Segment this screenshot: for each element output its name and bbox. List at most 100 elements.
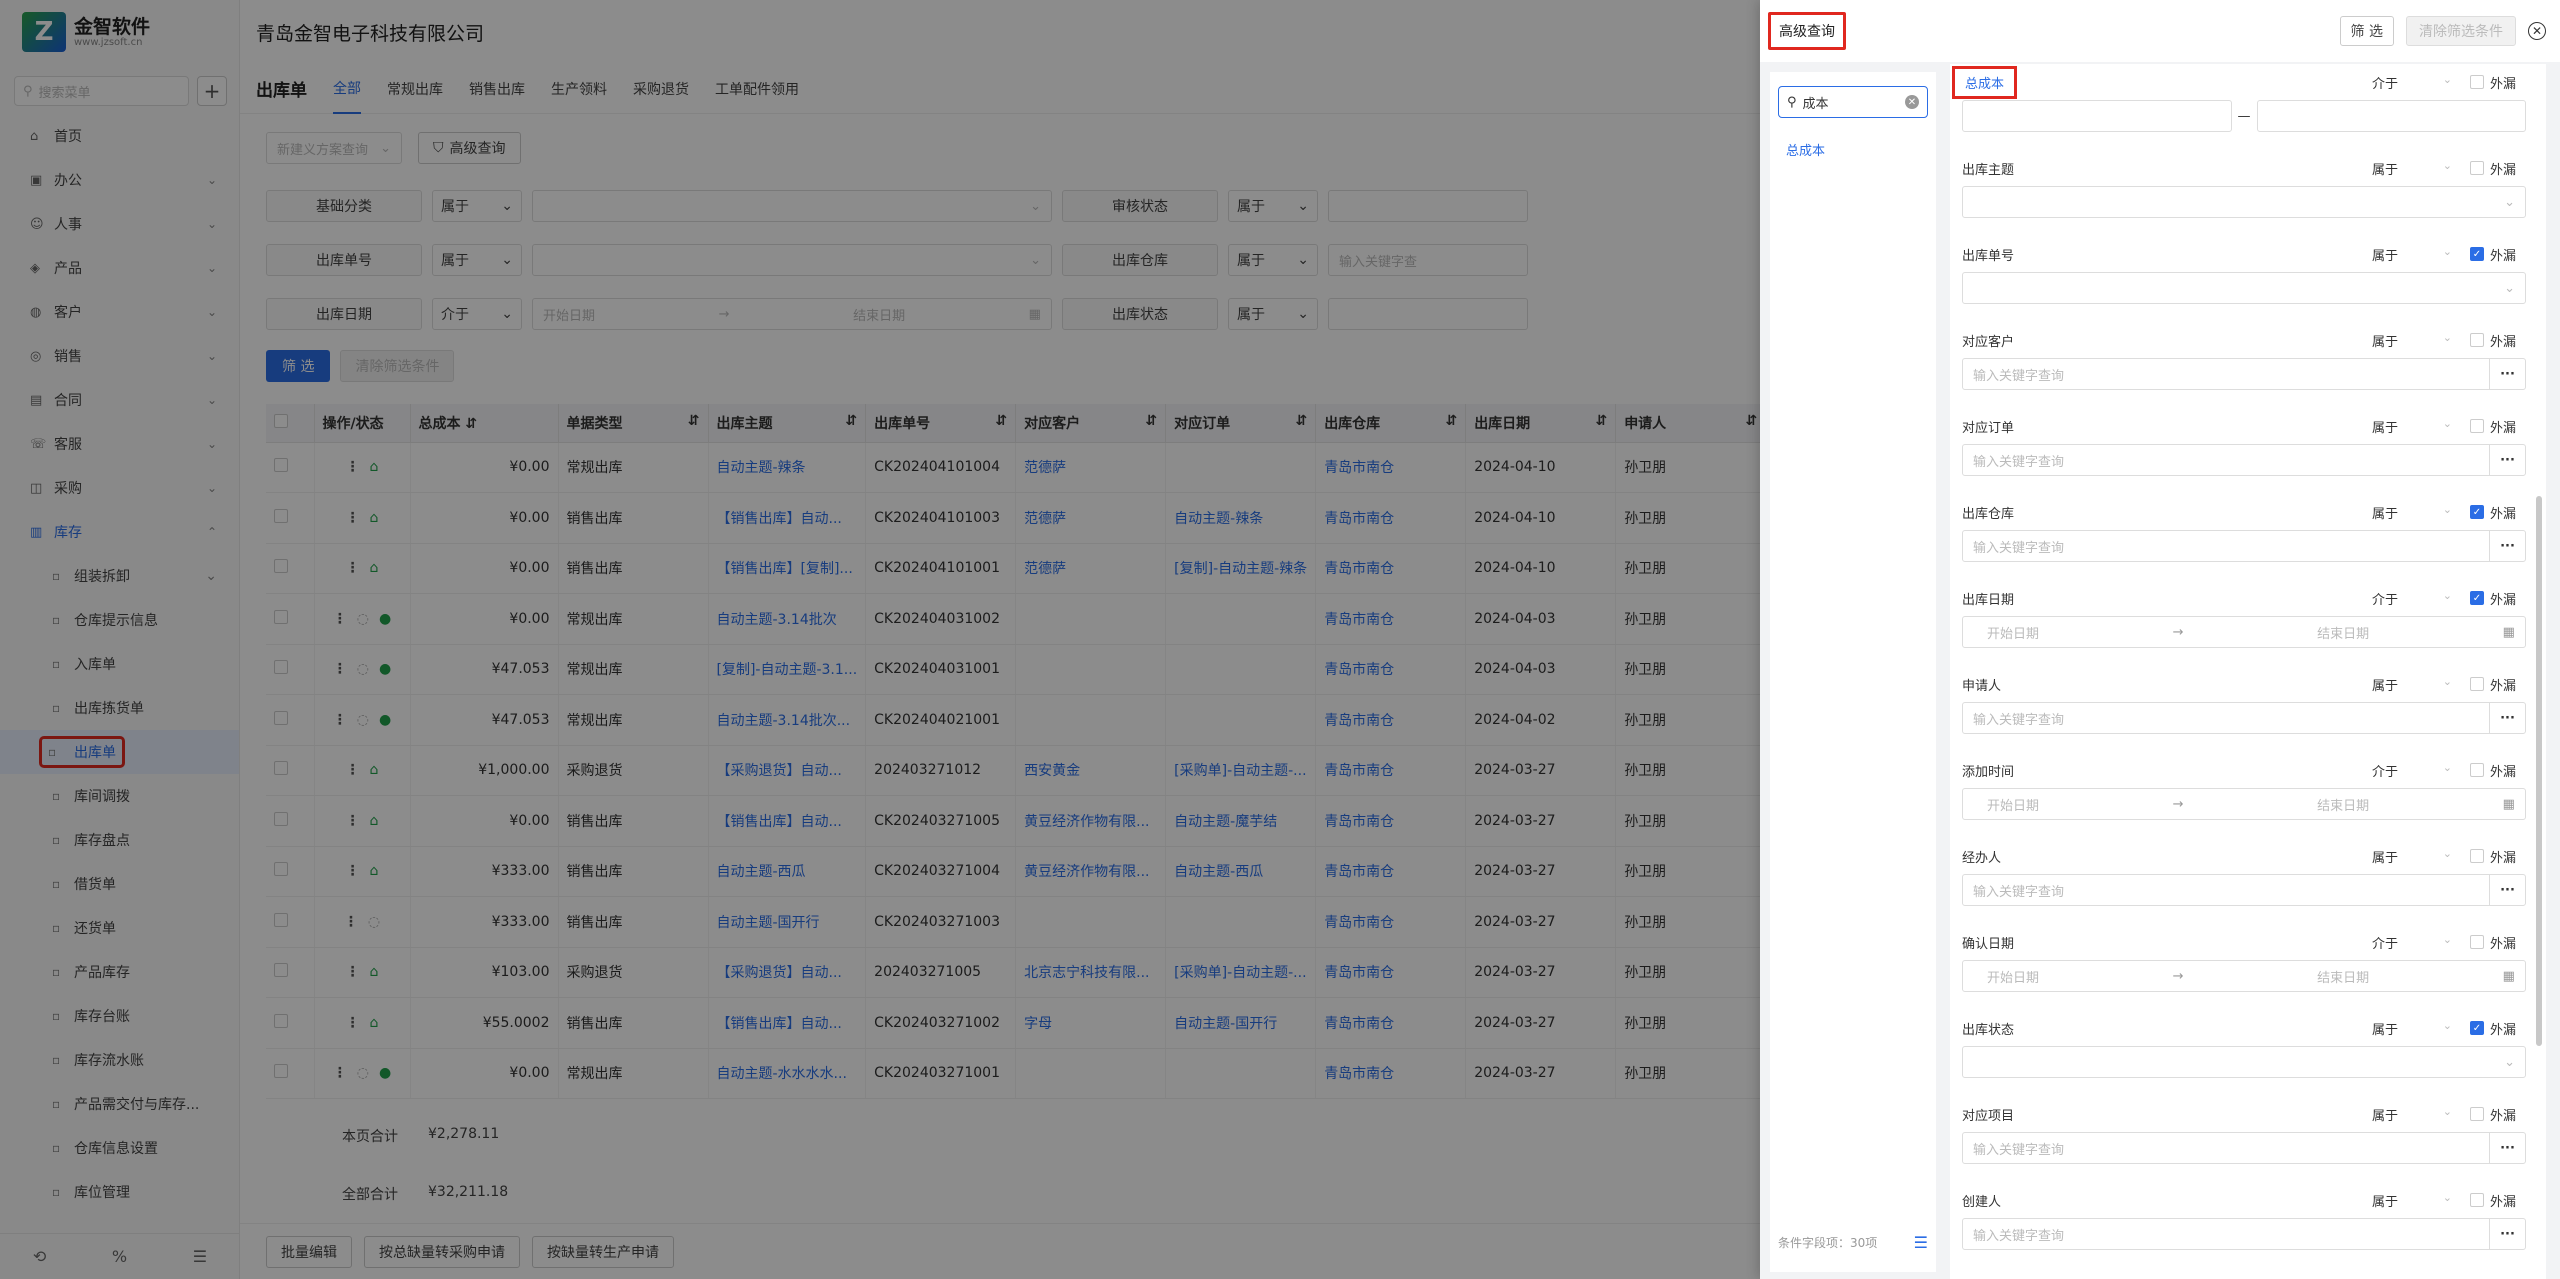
outer-checkbox[interactable]: ✓ xyxy=(2470,247,2484,261)
field-op: 介于 xyxy=(2372,76,2399,92)
condition-field: 经办人 属于 ⌄ 外漏 输入关键字查询 ··· xyxy=(1962,842,2526,906)
outer-checkbox[interactable] xyxy=(2470,1107,2484,1121)
field-keyword-input[interactable]: 输入关键字查询 ··· xyxy=(1962,530,2526,562)
field-keyword-input[interactable]: 输入关键字查询 ··· xyxy=(1962,1218,2526,1250)
outer-checkbox[interactable]: ✓ xyxy=(2470,591,2484,605)
outer-checkbox[interactable] xyxy=(2470,677,2484,691)
input-placeholder: 输入关键字查询 xyxy=(1973,540,2065,556)
max-value-input[interactable] xyxy=(2256,100,2526,132)
start-date: 开始日期 xyxy=(1987,970,2040,986)
condition-field: 申请人 属于 ⌄ 外漏 输入关键字查询 ··· xyxy=(1962,670,2526,734)
field-op-select[interactable]: 属于 ⌄ xyxy=(2372,159,2452,178)
field-name: 对应客户 xyxy=(1962,334,2015,350)
date-range-input[interactable]: 开始日期 → 结束日期 ▦ xyxy=(1962,960,2526,992)
outer-label: 外漏 xyxy=(2490,334,2517,350)
outer-checkbox[interactable] xyxy=(2470,849,2484,863)
field-op: 属于 xyxy=(2372,334,2399,350)
input-placeholder: 输入关键字查询 xyxy=(1973,1142,2065,1158)
range-separator: — xyxy=(2237,108,2251,124)
field-op-select[interactable]: 属于 ⌄ xyxy=(2372,1191,2452,1210)
end-date: 结束日期 xyxy=(2317,970,2370,986)
outer-label: 外漏 xyxy=(2490,1108,2517,1124)
date-range-input[interactable]: 开始日期 → 结束日期 ▦ xyxy=(1962,616,2526,648)
outer-checkbox[interactable] xyxy=(2470,333,2484,347)
scrollbar[interactable] xyxy=(2536,496,2542,1046)
more-picker-icon[interactable]: ··· xyxy=(2489,1133,2525,1163)
more-picker-icon[interactable]: ··· xyxy=(2489,875,2525,905)
field-keyword-input[interactable]: 输入关键字查询 ··· xyxy=(1962,1132,2526,1164)
field-keyword-input[interactable]: 输入关键字查询 ··· xyxy=(1962,358,2526,390)
arrow-right-icon: → xyxy=(2172,968,2184,984)
drawer-clear-button[interactable]: 清除筛选条件 xyxy=(2406,16,2516,46)
field-op-select[interactable]: 介于 ⌄ xyxy=(2372,933,2452,952)
clear-search-icon[interactable]: ✕ xyxy=(1905,95,1919,109)
field-op-select[interactable]: 介于 ⌄ xyxy=(2372,761,2452,780)
field-op-select[interactable]: 属于 ⌄ xyxy=(2372,331,2452,350)
start-date: 开始日期 xyxy=(1987,626,2040,642)
field-value-select[interactable]: ⌄ xyxy=(1962,1046,2526,1078)
field-name: 经办人 xyxy=(1962,850,2002,866)
field-keyword-input[interactable]: 输入关键字查询 ··· xyxy=(1962,874,2526,906)
field-search-input[interactable]: ⚲ 成本 ✕ xyxy=(1778,86,1928,118)
field-op-select[interactable]: 属于 ⌄ xyxy=(2372,417,2452,436)
modal-overlay[interactable] xyxy=(0,0,1760,1279)
outer-checkbox[interactable] xyxy=(2470,1193,2484,1207)
chevron-down-icon: ⌄ xyxy=(2442,1018,2452,1032)
settings-sliders-icon[interactable]: ☰ xyxy=(1914,1233,1928,1252)
outer-checkbox[interactable]: ✓ xyxy=(2470,1021,2484,1035)
field-count: 条件字段项：30项 xyxy=(1778,1236,1878,1250)
field-op: 属于 xyxy=(2372,1194,2399,1210)
outer-checkbox[interactable] xyxy=(2470,161,2484,175)
field-op-select[interactable]: 属于 ⌄ xyxy=(2372,503,2452,522)
drawer-filter-button[interactable]: 筛 选 xyxy=(2339,16,2394,46)
field-value-select[interactable]: ⌄ xyxy=(1962,272,2526,304)
field-op: 介于 xyxy=(2372,764,2399,780)
field-name: 出库状态 xyxy=(1962,1022,2015,1038)
outer-label: 外漏 xyxy=(2490,592,2517,608)
drawer-header: 高级查询 筛 选 清除筛选条件 ✕ xyxy=(1760,0,2560,62)
input-placeholder: 输入关键字查询 xyxy=(1973,712,2065,728)
more-picker-icon[interactable]: ··· xyxy=(2489,1219,2525,1249)
field-op-select[interactable]: 属于 ⌄ xyxy=(2372,1019,2452,1038)
field-op-select[interactable]: 属于 ⌄ xyxy=(2372,1105,2452,1124)
more-picker-icon[interactable]: ··· xyxy=(2489,445,2525,475)
field-op-select[interactable]: 介于 ⌄ xyxy=(2372,73,2452,92)
close-icon[interactable]: ✕ xyxy=(2528,22,2546,40)
field-op: 属于 xyxy=(2372,678,2399,694)
outer-checkbox[interactable] xyxy=(2470,935,2484,949)
outer-checkbox[interactable]: ✓ xyxy=(2470,505,2484,519)
field-keyword-input[interactable]: 输入关键字查询 ··· xyxy=(1962,444,2526,476)
chevron-down-icon: ⌄ xyxy=(2442,846,2452,860)
field-op: 属于 xyxy=(2372,850,2399,866)
condition-field: 对应项目 属于 ⌄ 外漏 输入关键字查询 ··· xyxy=(1962,1100,2526,1164)
condition-field: 出库状态 属于 ⌄ ✓ 外漏 ⌄ xyxy=(1962,1014,2526,1078)
more-picker-icon[interactable]: ··· xyxy=(2489,359,2525,389)
field-name: 出库主题 xyxy=(1962,162,2015,178)
min-value-input[interactable] xyxy=(1962,100,2232,132)
calendar-icon: ▦ xyxy=(2502,968,2515,984)
search-result-item[interactable]: 总成本 xyxy=(1770,118,1936,159)
field-op: 属于 xyxy=(2372,1022,2399,1038)
chevron-down-icon: ⌄ xyxy=(2442,932,2452,946)
arrow-right-icon: → xyxy=(2172,624,2184,640)
outer-checkbox[interactable] xyxy=(2470,75,2484,89)
field-op-select[interactable]: 属于 ⌄ xyxy=(2372,245,2452,264)
field-op-select[interactable]: 属于 ⌄ xyxy=(2372,847,2452,866)
condition-field: 出库主题 属于 ⌄ 外漏 ⌄ xyxy=(1962,154,2526,218)
field-search-value: 成本 xyxy=(1802,96,1829,112)
field-op-select[interactable]: 属于 ⌄ xyxy=(2372,675,2452,694)
field-op: 介于 xyxy=(2372,936,2399,952)
outer-checkbox[interactable] xyxy=(2470,763,2484,777)
field-name: 确认日期 xyxy=(1962,936,2015,952)
field-keyword-input[interactable]: 输入关键字查询 ··· xyxy=(1962,702,2526,734)
chevron-down-icon: ⌄ xyxy=(2504,194,2515,210)
field-op: 属于 xyxy=(2372,1108,2399,1124)
condition-field: 确认日期 介于 ⌄ 外漏 开始日期 → 结束日期 ▦ xyxy=(1962,928,2526,992)
field-value-select[interactable]: ⌄ xyxy=(1962,186,2526,218)
outer-checkbox[interactable] xyxy=(2470,419,2484,433)
field-op-select[interactable]: 介于 ⌄ xyxy=(2372,589,2452,608)
more-picker-icon[interactable]: ··· xyxy=(2489,703,2525,733)
more-picker-icon[interactable]: ··· xyxy=(2489,531,2525,561)
date-range-input[interactable]: 开始日期 → 结束日期 ▦ xyxy=(1962,788,2526,820)
chevron-down-icon: ⌄ xyxy=(2442,330,2452,344)
